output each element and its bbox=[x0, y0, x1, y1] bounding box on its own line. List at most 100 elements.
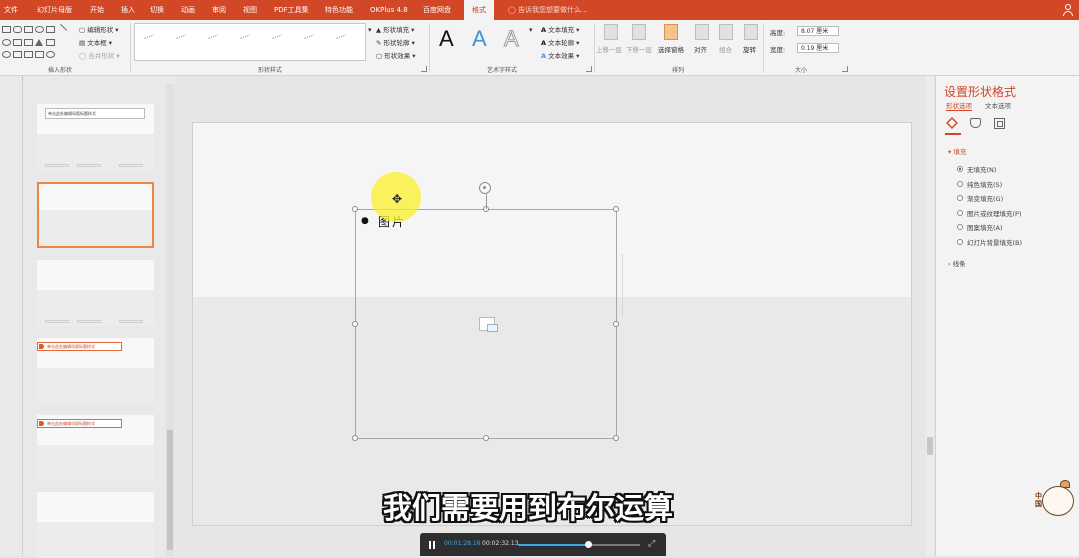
send-backward-icon[interactable] bbox=[632, 24, 646, 40]
shape-styles-launcher-icon[interactable] bbox=[421, 66, 427, 72]
bring-forward-label[interactable]: 上移一层 bbox=[596, 44, 622, 54]
radio-gradient-fill[interactable] bbox=[957, 195, 963, 201]
resize-handle-bl[interactable] bbox=[352, 435, 358, 441]
tab-pdf-tools[interactable]: PDF工具集 bbox=[274, 0, 309, 20]
rounded-rect-icon[interactable] bbox=[13, 26, 22, 33]
merge-shapes-button[interactable]: ◯ 合并形状 ▾ bbox=[79, 50, 120, 60]
progress-knob[interactable] bbox=[585, 541, 592, 548]
option-picture-fill[interactable]: 图片或纹理填充(P) bbox=[967, 208, 1022, 218]
pause-icon[interactable] bbox=[429, 541, 436, 549]
corner-shape-icon[interactable] bbox=[46, 39, 55, 46]
selection-pane-label[interactable]: 选择窗格 bbox=[658, 44, 684, 54]
radio-pattern-fill[interactable] bbox=[957, 224, 963, 230]
circle-shape-icon[interactable] bbox=[2, 39, 11, 46]
size-properties-icon[interactable] bbox=[994, 118, 1005, 129]
selection-pane-icon[interactable] bbox=[664, 24, 678, 40]
shape-outline-button[interactable]: ✎ 形状轮廓 ▾ bbox=[376, 37, 415, 47]
option-pattern-fill[interactable]: 图案填充(A) bbox=[967, 222, 1003, 232]
tab-text-options[interactable]: 文本选项 bbox=[985, 100, 1011, 110]
tab-view[interactable]: 视图 bbox=[243, 0, 257, 20]
rotate-label[interactable]: 旋转 bbox=[743, 44, 756, 54]
line-section-header[interactable]: › 线条 bbox=[948, 258, 966, 268]
triangle-shape-icon[interactable] bbox=[35, 39, 43, 46]
resize-handle-tl[interactable] bbox=[352, 206, 358, 212]
tab-home[interactable]: 开始 bbox=[90, 0, 104, 20]
textbox-shape-icon[interactable] bbox=[24, 26, 33, 33]
insert-picture-icon[interactable] bbox=[479, 317, 498, 332]
align-icon[interactable] bbox=[695, 24, 709, 40]
slide-thumbnail-5[interactable]: 单击此处编辑母版标题样式 bbox=[37, 415, 154, 481]
width-spinner[interactable]: 0.19 厘米 bbox=[797, 43, 839, 53]
slide-thumbnail-3[interactable] bbox=[37, 260, 154, 326]
oval-shape-icon[interactable] bbox=[35, 26, 44, 33]
style-preset-2[interactable] bbox=[176, 34, 188, 45]
style-preset-6[interactable] bbox=[304, 34, 316, 45]
style-preset-3[interactable] bbox=[208, 34, 220, 45]
wordart-black-button[interactable]: A bbox=[439, 26, 454, 52]
align-label[interactable]: 对齐 bbox=[694, 44, 707, 54]
option-gradient-fill[interactable]: 渐变填充(G) bbox=[967, 193, 1003, 203]
text-box-button[interactable]: ▤ 文本框 ▾ bbox=[79, 37, 112, 47]
wordart-more-icon[interactable]: ▾ bbox=[529, 26, 533, 34]
tab-shape-options[interactable]: 形状选项 bbox=[946, 100, 972, 111]
gallery-more-icon[interactable]: ▾ bbox=[368, 26, 372, 34]
slide-thumbnail-1[interactable]: 单击此处编辑母版标题样式 bbox=[37, 104, 154, 170]
tab-file[interactable]: 文件 bbox=[4, 0, 18, 20]
user-icon[interactable] bbox=[1063, 4, 1073, 16]
callout-shape-icon[interactable] bbox=[35, 51, 44, 58]
tab-insert[interactable]: 插入 bbox=[121, 0, 135, 20]
wordart-outline-button[interactable]: A bbox=[504, 26, 520, 52]
resize-handle-right[interactable] bbox=[613, 321, 619, 327]
tab-transitions[interactable]: 切换 bbox=[150, 0, 164, 20]
tell-me-box[interactable]: ◯ 告诉我您想要做什么... bbox=[508, 0, 588, 20]
text-outline-button[interactable]: A 文本轮廓 ▾ bbox=[541, 37, 579, 47]
rect-shape-icon[interactable] bbox=[2, 26, 11, 33]
bring-forward-icon[interactable] bbox=[604, 24, 618, 40]
wordart-launcher-icon[interactable] bbox=[586, 66, 592, 72]
shape-effects-button[interactable]: ▢ 形状效果 ▾ bbox=[376, 50, 416, 60]
group-icon[interactable] bbox=[719, 24, 733, 40]
shape-fill-button[interactable]: ▲ 形状填充 ▾ bbox=[376, 24, 414, 34]
height-spinner[interactable]: 8.07 厘米 bbox=[797, 26, 839, 36]
shape-style-gallery[interactable] bbox=[134, 23, 366, 61]
option-no-fill[interactable]: 无填充(N) bbox=[967, 164, 996, 174]
curve-shape-icon[interactable] bbox=[46, 51, 55, 58]
radio-background-fill[interactable] bbox=[957, 239, 963, 245]
slide-thumbnail-2-selected[interactable] bbox=[37, 182, 154, 248]
group-label[interactable]: 组合 bbox=[719, 44, 732, 54]
rect2-shape-icon[interactable] bbox=[24, 39, 33, 46]
slide-thumbnail-4[interactable]: 单击此处编辑母版标题样式 bbox=[37, 338, 154, 404]
tab-format[interactable]: 格式 bbox=[464, 0, 494, 20]
tab-features[interactable]: 特色功能 bbox=[325, 0, 353, 20]
fill-section-header[interactable]: ▾ 填充 bbox=[948, 146, 966, 156]
resize-handle-tr[interactable] bbox=[613, 206, 619, 212]
rotate-handle-icon[interactable] bbox=[479, 182, 491, 194]
resize-handle-bottom[interactable] bbox=[483, 435, 489, 441]
effects-icon[interactable] bbox=[970, 118, 981, 128]
rotate-icon[interactable] bbox=[744, 24, 758, 40]
brace-shape-icon[interactable] bbox=[24, 51, 33, 58]
slide-vertical-scrollbar[interactable] bbox=[926, 76, 934, 556]
tab-baidu[interactable]: 百度网盘 bbox=[423, 0, 451, 20]
size-launcher-icon[interactable] bbox=[842, 66, 848, 72]
line-shape-icon[interactable] bbox=[55, 23, 68, 36]
square-shape-icon[interactable] bbox=[46, 26, 55, 33]
wordart-blue-button[interactable]: A bbox=[472, 26, 487, 52]
style-preset-4[interactable] bbox=[240, 34, 252, 45]
slide-scrollbar-thumb[interactable] bbox=[927, 437, 933, 455]
radio-solid-fill[interactable] bbox=[957, 181, 963, 187]
send-backward-label[interactable]: 下移一层 bbox=[626, 44, 652, 54]
edit-shape-button[interactable]: ▢ 编辑形状 ▾ bbox=[79, 24, 119, 34]
thumbnail-scrollbar-thumb[interactable] bbox=[167, 430, 173, 550]
resize-handle-br[interactable] bbox=[613, 435, 619, 441]
tab-animations[interactable]: 动画 bbox=[181, 0, 195, 20]
arrow2-shape-icon[interactable] bbox=[13, 51, 22, 58]
tab-slide-master[interactable]: 幻灯片母版 bbox=[37, 0, 72, 20]
style-preset-7[interactable] bbox=[336, 34, 348, 45]
slide-thumbnail-6[interactable] bbox=[37, 492, 154, 558]
option-background-fill[interactable]: 幻灯片背景填充(B) bbox=[967, 237, 1022, 247]
square2-shape-icon[interactable] bbox=[13, 39, 22, 46]
radio-picture-fill[interactable] bbox=[957, 210, 963, 216]
fullscreen-icon[interactable]: ⤢ bbox=[648, 540, 657, 549]
style-preset-1[interactable] bbox=[144, 34, 156, 45]
